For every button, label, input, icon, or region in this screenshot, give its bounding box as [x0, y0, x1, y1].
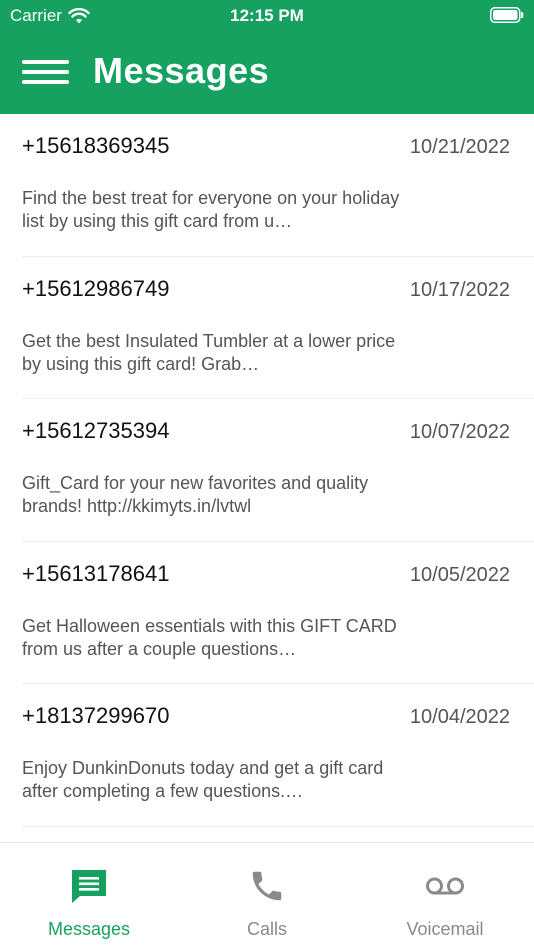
message-date: 10/07/2022 [409, 421, 510, 443]
message-item[interactable]: +15613178641 10/05/2022 Get Halloween es… [22, 542, 534, 684]
message-preview: Enjoy DunkinDonuts today and get a gift … [22, 758, 384, 801]
message-date: 10/17/2022 [409, 278, 510, 301]
message-date: 10/21/2022 [409, 136, 510, 158]
messages-icon [68, 865, 110, 907]
message-preview: Gift_Card for your new favorites and qua… [22, 473, 369, 516]
header: Carrier 12:15 PM Messages [0, 0, 534, 114]
message-sender: +15613178641 [22, 560, 170, 586]
tab-voicemail[interactable]: Voicemail [356, 843, 534, 950]
app-bar: Messages [0, 40, 534, 104]
message-list[interactable]: +15618369345 10/21/2022 Find the best tr… [0, 114, 534, 842]
page-title: Messages [93, 50, 270, 91]
tab-messages[interactable]: Messages [0, 843, 178, 950]
message-item[interactable]: +15612735394 10/07/2022 Gift_Card for yo… [22, 399, 534, 542]
message-preview: Find the best treat for everyone on your… [22, 188, 400, 231]
tab-voicemail-label: Voicemail [406, 919, 484, 939]
tab-calls[interactable]: Calls [178, 843, 356, 950]
tab-messages-label: Messages [47, 919, 131, 939]
message-date: 10/05/2022 [409, 563, 510, 586]
message-sender: +15612986749 [22, 275, 170, 301]
phone-icon [246, 865, 288, 907]
message-item[interactable]: +18137299670 10/04/2022 Enjoy DunkinDonu… [22, 684, 534, 827]
message-item[interactable]: +15618369345 10/21/2022 Find the best tr… [22, 114, 534, 257]
status-bar: Carrier 12:15 PM [0, 0, 534, 32]
hamburger-menu-icon[interactable] [22, 57, 70, 87]
message-preview: Get Halloween essentials with this GIFT … [22, 615, 397, 659]
message-sender: +15612735394 [22, 418, 170, 443]
message-date: 10/04/2022 [409, 706, 510, 728]
voicemail-icon [424, 865, 466, 907]
messages-screen: Carrier 12:15 PM Messages +15618369345 1… [0, 0, 534, 950]
tab-bar: Messages Calls Voicemail [0, 842, 534, 950]
battery-icon [490, 7, 524, 23]
message-sender: +18137299670 [22, 703, 170, 728]
message-sender: +15618369345 [22, 133, 170, 158]
tab-calls-label: Calls [246, 919, 287, 939]
status-time: 12:15 PM [230, 6, 304, 25]
message-preview: Get the best Insulated Tumbler at a lowe… [22, 330, 396, 374]
message-item[interactable]: +15612986749 10/17/2022 Get the best Ins… [22, 257, 534, 399]
